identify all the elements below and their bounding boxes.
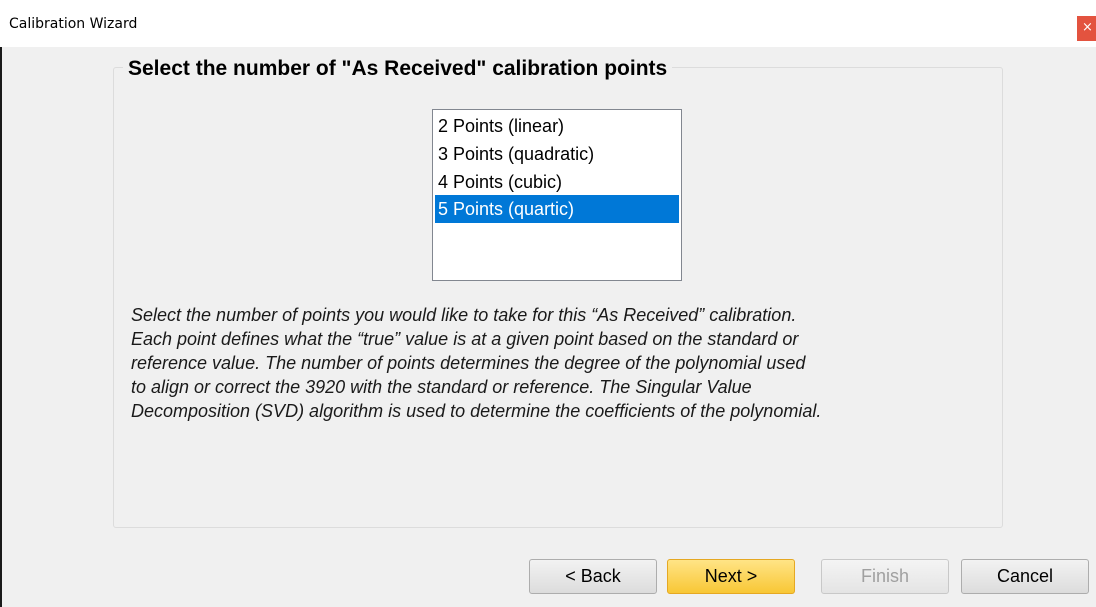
list-item-3-points[interactable]: 3 Points (quadratic): [435, 140, 679, 168]
points-listbox[interactable]: 2 Points (linear) 3 Points (quadratic) 4…: [432, 109, 682, 281]
description-line: Decomposition (SVD) algorithm is used to…: [131, 401, 822, 421]
description-text: Select the number of points you would li…: [131, 303, 991, 423]
window-title: Calibration Wizard: [9, 16, 138, 32]
window-border: [0, 47, 2, 607]
description-line: to align or correct the 3920 with the st…: [131, 377, 752, 397]
list-item-4-points[interactable]: 4 Points (cubic): [435, 168, 679, 196]
close-icon: ×: [1082, 20, 1093, 35]
description-line: Each point defines what the “true” value…: [131, 329, 799, 349]
description-line: Select the number of points you would li…: [131, 305, 797, 325]
title-bar: Calibration Wizard ×: [0, 0, 1096, 47]
group-title: Select the number of "As Received" calib…: [123, 57, 673, 81]
description-line: reference value. The number of points de…: [131, 353, 806, 373]
close-button[interactable]: ×: [1077, 16, 1096, 41]
list-item-2-points[interactable]: 2 Points (linear): [435, 112, 679, 140]
list-item-5-points[interactable]: 5 Points (quartic): [435, 195, 679, 223]
back-button[interactable]: < Back: [529, 559, 657, 594]
finish-button[interactable]: Finish: [821, 559, 949, 594]
cancel-button[interactable]: Cancel: [961, 559, 1089, 594]
next-button[interactable]: Next >: [667, 559, 795, 594]
